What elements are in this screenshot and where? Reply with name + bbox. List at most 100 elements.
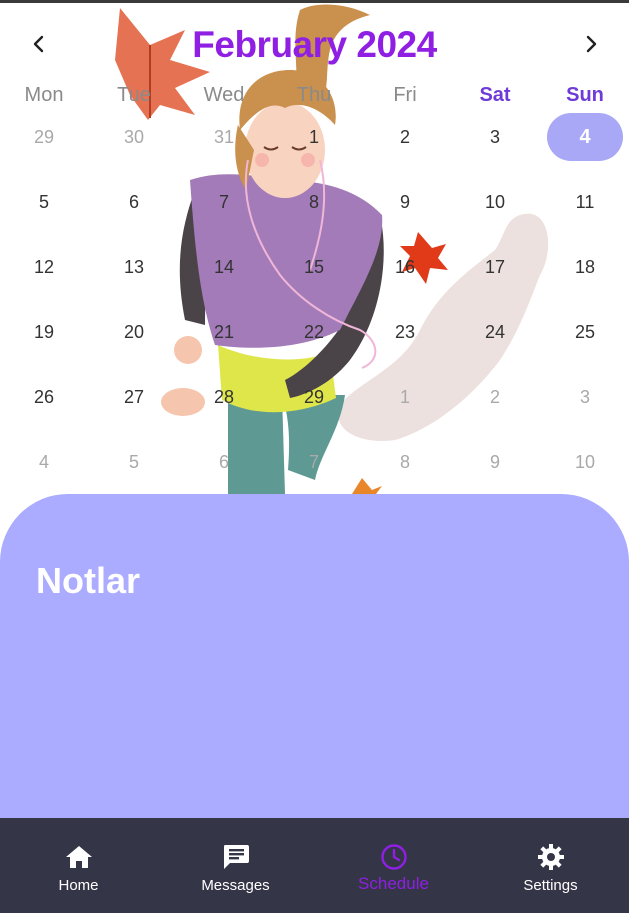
calendar-day-number: 27	[123, 386, 145, 407]
bottom-navigation: Home Messages Schedule Settings	[0, 818, 629, 913]
calendar-day[interactable]: 14	[179, 242, 269, 292]
calendar-day[interactable]: 10	[450, 177, 540, 227]
calendar-day[interactable]: 3	[540, 372, 629, 422]
calendar-day[interactable]: 8	[269, 177, 359, 227]
weekday-label: Thu	[296, 84, 332, 106]
calendar-day-selected[interactable]: 4	[540, 112, 629, 162]
calendar-day-number: 19	[33, 321, 55, 342]
calendar-day[interactable]: 10	[540, 437, 629, 487]
calendar-day-number: 6	[218, 451, 229, 472]
nav-messages-label: Messages	[201, 877, 270, 894]
calendar-day[interactable]: 7	[179, 177, 269, 227]
nav-home-label: Home	[58, 877, 99, 894]
calendar-day-number: 1	[308, 126, 319, 147]
calendar-day[interactable]: 12	[0, 242, 89, 292]
calendar-day-number: 5	[38, 191, 49, 212]
calendar-day-number: 22	[303, 321, 325, 342]
calendar-day[interactable]: 15	[269, 242, 359, 292]
gear-icon	[537, 843, 565, 871]
calendar-day-number: 10	[574, 451, 596, 472]
calendar-day-number: 1	[399, 386, 410, 407]
calendar-day-number: 9	[489, 451, 500, 472]
calendar-day[interactable]: 18	[540, 242, 629, 292]
calendar-day[interactable]: 9	[360, 177, 450, 227]
nav-messages[interactable]: Messages	[157, 818, 314, 913]
weekday-label: Wed	[203, 84, 245, 106]
next-month-button[interactable]	[573, 26, 609, 62]
calendar-header: February 2024	[0, 18, 629, 72]
calendar-day-number: 16	[394, 256, 416, 277]
calendar-day-number: 30	[123, 126, 145, 147]
calendar-day[interactable]: 1	[269, 112, 359, 162]
calendar-day-number: 2	[399, 126, 410, 147]
calendar-day-number: 20	[123, 321, 145, 342]
calendar-day[interactable]: 27	[89, 372, 179, 422]
calendar-day-number: 24	[484, 321, 506, 342]
calendar-day[interactable]: 13	[89, 242, 179, 292]
calendar-day[interactable]: 6	[179, 437, 269, 487]
calendar-day-number: 29	[303, 386, 325, 407]
nav-home[interactable]: Home	[0, 818, 157, 913]
calendar-day[interactable]: 26	[0, 372, 89, 422]
calendar-day[interactable]: 1	[360, 372, 450, 422]
calendar-day-number: 23	[394, 321, 416, 342]
calendar-day[interactable]: 6	[89, 177, 179, 227]
calendar-day[interactable]: 7	[269, 437, 359, 487]
weekday-label: Sun	[566, 84, 604, 106]
calendar-day-number: 21	[213, 321, 235, 342]
nav-settings-label: Settings	[523, 877, 578, 894]
calendar-day-number: 25	[574, 321, 596, 342]
calendar-day[interactable]: 28	[179, 372, 269, 422]
calendar-day-number: 7	[218, 191, 229, 212]
calendar-day-number: 4	[547, 113, 623, 161]
nav-schedule-label: Schedule	[358, 874, 429, 893]
calendar-day-number: 13	[123, 256, 145, 277]
calendar-day[interactable]: 22	[269, 307, 359, 357]
calendar-day[interactable]: 3	[450, 112, 540, 162]
calendar-day[interactable]: 17	[450, 242, 540, 292]
calendar-day[interactable]: 5	[89, 437, 179, 487]
calendar-day[interactable]: 25	[540, 307, 629, 357]
calendar-day-number: 28	[213, 386, 235, 407]
nav-schedule[interactable]: Schedule	[315, 818, 472, 913]
calendar-day-number: 7	[308, 451, 319, 472]
calendar-day[interactable]: 16	[360, 242, 450, 292]
month-title[interactable]: February 2024	[0, 24, 629, 66]
weekday-label: Mon	[24, 84, 64, 106]
calendar-day[interactable]: 30	[89, 112, 179, 162]
calendar-day[interactable]: 9	[450, 437, 540, 487]
calendar-day[interactable]: 29	[269, 372, 359, 422]
weekday-header-row: Mon Tue Wed Thu Fri Sat Sun	[0, 84, 629, 110]
calendar-day-number: 15	[303, 256, 325, 277]
calendar-day[interactable]: 20	[89, 307, 179, 357]
calendar-day[interactable]: 5	[0, 177, 89, 227]
calendar-day[interactable]: 19	[0, 307, 89, 357]
calendar-day[interactable]: 4	[0, 437, 89, 487]
calendar-day[interactable]: 29	[0, 112, 89, 162]
calendar-day[interactable]: 23	[360, 307, 450, 357]
nav-settings[interactable]: Settings	[472, 818, 629, 913]
calendar-day[interactable]: 21	[179, 307, 269, 357]
calendar-day-number: 18	[574, 256, 596, 277]
weekday-label: Tue	[117, 84, 151, 106]
calendar-day[interactable]: 31	[179, 112, 269, 162]
calendar-day-number: 10	[484, 191, 506, 212]
calendar-day-number: 17	[484, 256, 506, 277]
calendar-day[interactable]: 2	[450, 372, 540, 422]
calendar-day-number: 5	[128, 451, 139, 472]
calendar-day[interactable]: 8	[360, 437, 450, 487]
notes-title: Notlar	[36, 560, 141, 601]
calendar-day-number: 8	[308, 191, 319, 212]
calendar-day-number: 6	[128, 191, 139, 212]
calendar-day[interactable]: 11	[540, 177, 629, 227]
calendar-day[interactable]: 2	[360, 112, 450, 162]
calendar-day[interactable]: 24	[450, 307, 540, 357]
calendar-day-number: 3	[579, 386, 590, 407]
clock-icon	[380, 843, 408, 871]
calendar-day-number: 8	[399, 451, 410, 472]
calendar-day-number: 2	[489, 386, 500, 407]
notes-panel: Notlar	[0, 494, 629, 824]
calendar-day-number: 11	[575, 191, 595, 212]
calendar-day-number: 14	[213, 256, 235, 277]
home-icon	[65, 843, 93, 871]
